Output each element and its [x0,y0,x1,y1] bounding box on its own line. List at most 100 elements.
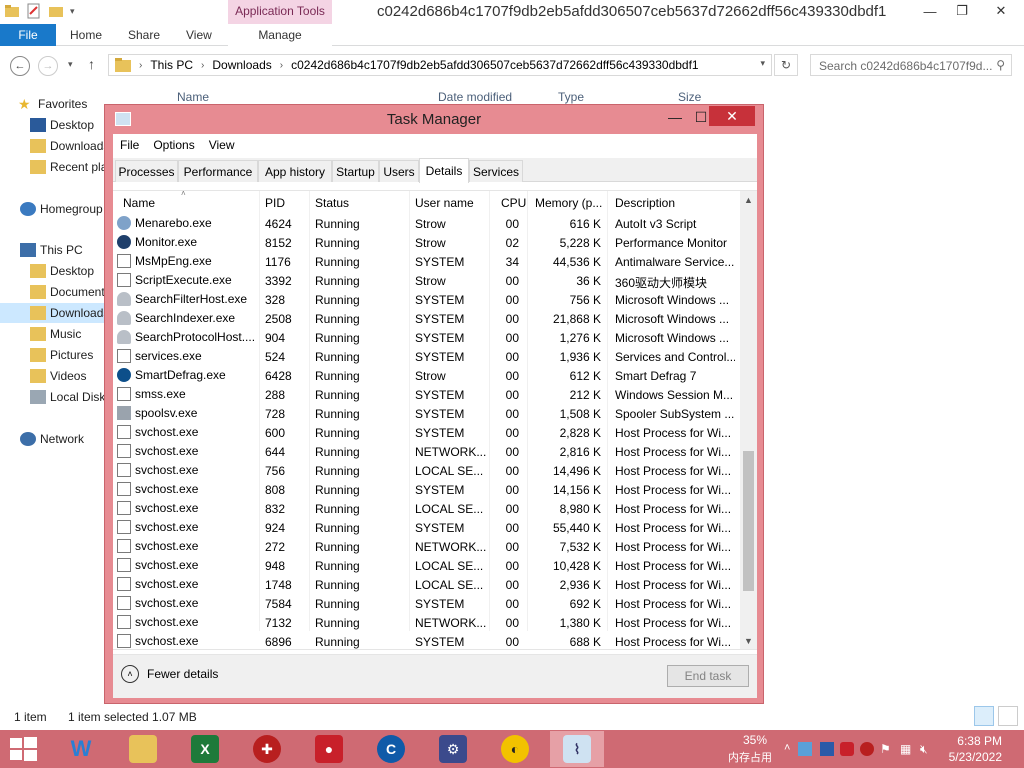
back-arrow-icon[interactable]: ← [10,56,30,76]
taskbar-app-excel[interactable]: X [178,731,232,767]
ribbon-tab-share[interactable]: Share [128,24,160,46]
table-row[interactable]: services.exe 524 Running SYSTEM 00 1,936 K Ser… [113,347,739,366]
table-row[interactable]: SearchIndexer.exe 2508 Running SYSTEM 00 21,8… [113,309,739,328]
network-tray-icon[interactable]: ▦ [900,742,914,756]
taskbar-app-file-explorer[interactable] [116,731,170,767]
search-input[interactable]: Search c0242d686b4c1707f9d... ⚲ [810,54,1012,76]
refresh-icon[interactable]: ↻ [774,54,798,76]
flag-icon[interactable]: ⚑ [880,742,894,756]
table-row[interactable]: svchost.exe 6896 Running SYSTEM 00 688 K Host … [113,632,739,649]
recent-locations-chevron-icon[interactable]: ▾ [68,59,73,70]
table-row[interactable]: SmartDefrag.exe 6428 Running Strow 00 612 K Sm… [113,366,739,385]
large-icons-view-icon[interactable] [998,706,1018,726]
column-header-size[interactable]: Size [678,90,701,104]
menu-view[interactable]: View [202,134,242,156]
ribbon-tab-manage[interactable]: Manage [228,24,332,46]
nav-pc-downloads[interactable]: Downloads [0,303,106,323]
table-row[interactable]: SearchProtocolHost.... 904 Running SYSTEM 00… [113,328,739,347]
ribbon-tab-file[interactable]: File [0,24,56,46]
system-clock[interactable]: 6:38 PM 5/23/2022 [949,733,1002,765]
ribbon-tab-home[interactable]: Home [70,24,102,46]
scrollbar-thumb[interactable] [743,451,754,591]
ribbon-tab-view[interactable]: View [186,24,212,46]
breadcrumb-current-folder[interactable]: c0242d686b4c1707f9db2eb5afdd306507ceb563… [291,58,699,72]
column-header-type[interactable]: Type [558,90,584,104]
tray-recorder-icon[interactable] [840,742,854,756]
taskbar-app-ccleaner[interactable]: C [364,731,418,767]
table-row[interactable]: ScriptExecute.exe 3392 Running Strow 00 36 K 3… [113,271,739,290]
table-row[interactable]: svchost.exe 1748 Running LOCAL SE... 00 2,936… [113,575,739,594]
up-arrow-icon[interactable]: ↑ [88,56,95,72]
taskbar-app-recorder[interactable]: ● [302,731,356,767]
column-header-pid[interactable]: PID [265,196,285,210]
taskbar-app-task-manager[interactable]: ⌇ [550,731,604,767]
close-icon[interactable]: ✕ [709,106,755,126]
scroll-up-icon[interactable]: ▲ [740,191,757,208]
fewer-details-button[interactable]: ˄ Fewer details [121,665,218,683]
table-row[interactable]: svchost.exe 272 Running NETWORK... 00 7,532 K… [113,537,739,556]
column-header-cpu[interactable]: CPU [501,196,526,210]
column-header-description[interactable]: Description [615,196,675,210]
column-header-status[interactable]: Status [315,196,349,210]
taskbar-app-image-tool[interactable]: ⚙ [426,731,480,767]
table-row[interactable]: svchost.exe 644 Running NETWORK... 00 2,816 K… [113,442,739,461]
table-row[interactable]: MsMpEng.exe 1176 Running SYSTEM 34 44,536 K An… [113,252,739,271]
tray-window-icon[interactable] [820,742,834,756]
windows-start-icon[interactable] [8,736,38,762]
tab-startup[interactable]: Startup [332,160,379,182]
tab-processes[interactable]: Processes [115,160,178,182]
menu-file[interactable]: File [113,134,146,156]
explorer-app-icon[interactable] [4,3,20,19]
table-row[interactable]: svchost.exe 756 Running LOCAL SE... 00 14,496… [113,461,739,480]
table-row[interactable]: Monitor.exe 8152 Running Strow 02 5,228 K Perf… [113,233,739,252]
forward-arrow-icon[interactable]: → [38,56,58,76]
breadcrumb-this-pc[interactable]: This PC [150,58,193,72]
show-hidden-icons-icon[interactable]: ˄ [784,742,798,756]
table-row[interactable]: svchost.exe 7132 Running NETWORK... 00 1,380 … [113,613,739,632]
table-row[interactable]: svchost.exe 948 Running LOCAL SE... 00 10,428… [113,556,739,575]
new-folder-icon[interactable] [48,3,64,19]
tray-shield-icon[interactable] [860,742,874,756]
tab-app-history[interactable]: App history [258,160,332,182]
taskbar-app-yellow[interactable]: ◐ [488,731,542,767]
minimize-icon[interactable]: — [914,0,946,22]
table-row[interactable]: Menarebo.exe 4624 Running Strow 00 616 K AutoI… [113,214,739,233]
column-header-user-name[interactable]: User name [415,196,474,210]
tray-app-icon[interactable] [798,742,812,756]
qat-dropdown-icon[interactable]: ▾ [70,6,75,17]
tab-services[interactable]: Services [469,160,523,182]
tab-users[interactable]: Users [379,160,419,182]
table-row[interactable]: svchost.exe 600 Running SYSTEM 00 2,828 K Host… [113,423,739,442]
taskbar-app-shield[interactable]: ✚ [240,731,294,767]
column-header-name[interactable]: Name [123,196,155,210]
search-icon[interactable]: ⚲ [996,58,1005,72]
table-row[interactable]: svchost.exe 924 Running SYSTEM 00 55,440 K Hos… [113,518,739,537]
table-row[interactable]: svchost.exe 808 Running SYSTEM 00 14,156 K Hos… [113,480,739,499]
breadcrumb-downloads[interactable]: Downloads [212,58,271,72]
tab-details[interactable]: Details [419,158,469,183]
table-row[interactable]: svchost.exe 832 Running LOCAL SE... 00 8,980 … [113,499,739,518]
tab-performance[interactable]: Performance [178,160,258,182]
column-header-memory[interactable]: Memory (p... [535,196,602,210]
restore-icon[interactable]: ❐ [946,0,978,22]
table-row[interactable]: svchost.exe 7584 Running SYSTEM 00 692 K Host … [113,594,739,613]
speaker-muted-icon[interactable]: 🔇︎ [920,742,934,756]
address-dropdown-icon[interactable]: ▾ [760,58,765,69]
memory-usage-percent[interactable]: 35% [730,733,780,747]
end-task-button[interactable]: End task [667,665,749,687]
taskbar-app-w[interactable]: W [54,731,108,767]
address-bar[interactable]: › This PC › Downloads › c0242d686b4c1707… [108,54,772,76]
table-row[interactable]: spoolsv.exe 728 Running SYSTEM 00 1,508 K Spoo… [113,404,739,423]
scroll-down-icon[interactable]: ▼ [740,632,757,649]
properties-icon[interactable] [26,3,42,19]
close-icon[interactable]: ✕ [978,0,1024,22]
table-row[interactable]: smss.exe 288 Running SYSTEM 00 212 K Windows S… [113,385,739,404]
details-view-icon[interactable] [974,706,994,726]
vertical-scrollbar[interactable]: ▲ ▼ [740,191,757,649]
task-manager-title-bar[interactable]: Task Manager — ☐ ✕ [105,105,763,133]
menu-options[interactable]: Options [146,134,201,156]
column-header-date-modified[interactable]: Date modified [438,90,512,104]
table-row[interactable]: SearchFilterHost.exe 328 Running SYSTEM 00 75… [113,290,739,309]
minimize-icon[interactable]: — [661,107,689,127]
column-header-name[interactable]: Name [177,90,209,104]
